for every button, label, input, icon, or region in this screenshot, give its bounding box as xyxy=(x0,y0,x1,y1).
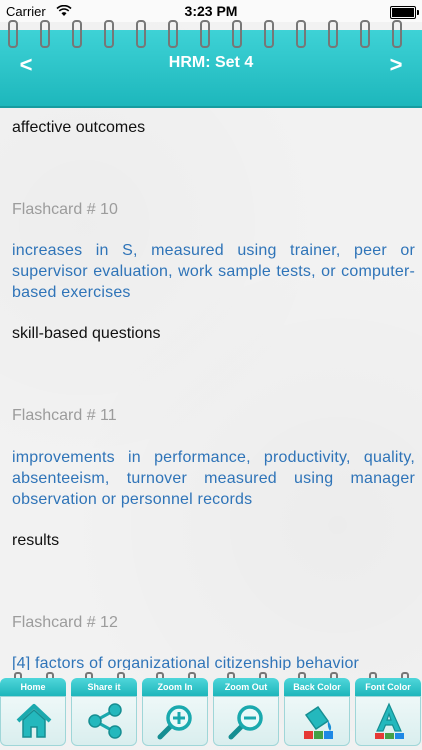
ring-icon xyxy=(232,20,242,48)
flashcard-list[interactable]: affective outcomes Flashcard # 10 increa… xyxy=(12,110,415,670)
flashcard-answer: affective outcomes xyxy=(12,119,146,136)
chevron-left-icon: < xyxy=(19,52,33,77)
nav-bar: < HRM: Set 4 > xyxy=(0,20,422,108)
ring-icon xyxy=(360,20,370,48)
page-title: HRM: Set 4 xyxy=(168,54,254,71)
flashcard-question: improvements in performance, productivit… xyxy=(12,449,415,508)
home-button[interactable]: Home xyxy=(0,672,66,746)
font-color-label: Font Color xyxy=(355,678,421,696)
binder-rings xyxy=(0,20,422,48)
zoom-out-label: Zoom Out xyxy=(213,678,279,696)
chevron-right-icon: > xyxy=(389,52,403,77)
flashcard-heading: Flashcard # 12 xyxy=(12,614,118,631)
back-color-button[interactable]: Back Color xyxy=(284,672,350,746)
battery-icon xyxy=(390,6,419,19)
home-label: Home xyxy=(0,678,66,696)
letter-a-icon xyxy=(375,702,404,739)
ring-icon xyxy=(72,20,82,48)
status-bar: Carrier 3:23 PM xyxy=(0,0,422,22)
flashcard-question: [4] factors of organizational citizenshi… xyxy=(12,655,360,670)
next-set-button[interactable]: > xyxy=(382,50,410,80)
share-label: Share it xyxy=(71,678,137,696)
font-color-button[interactable]: Font Color xyxy=(355,672,421,746)
ring-icon xyxy=(328,20,338,48)
ring-icon xyxy=(392,20,402,48)
ring-icon xyxy=(264,20,274,48)
status-time: 3:23 PM xyxy=(184,3,238,19)
home-icon xyxy=(16,704,52,738)
flashcard-answer: skill-based questions xyxy=(12,325,161,342)
back-color-label: Back Color xyxy=(284,678,350,696)
paint-bucket-icon xyxy=(304,705,333,739)
share-button[interactable]: Share it xyxy=(71,672,137,746)
ring-icon xyxy=(40,20,50,48)
previous-set-button[interactable]: < xyxy=(12,50,40,80)
zoom-in-icon xyxy=(157,705,192,740)
zoom-out-icon xyxy=(228,705,263,740)
flashcard-heading: Flashcard # 11 xyxy=(12,407,117,424)
ring-icon xyxy=(136,20,146,48)
zoom-in-label: Zoom In xyxy=(142,678,208,696)
ring-icon xyxy=(168,20,178,48)
flashcard-heading: Flashcard # 10 xyxy=(12,201,118,218)
ring-icon xyxy=(200,20,210,48)
share-icon xyxy=(88,703,122,739)
ring-icon xyxy=(296,20,306,48)
zoom-in-button[interactable]: Zoom In xyxy=(142,672,208,746)
zoom-out-button[interactable]: Zoom Out xyxy=(213,672,279,746)
ring-icon xyxy=(8,20,18,48)
flashcard-answer: results xyxy=(12,532,60,549)
ring-icon xyxy=(104,20,114,48)
flashcard-question: increases in S, measured using trainer, … xyxy=(12,242,415,301)
bottom-toolbar: Home Share it Zoom In Zoom Out Back Colo… xyxy=(0,672,422,750)
